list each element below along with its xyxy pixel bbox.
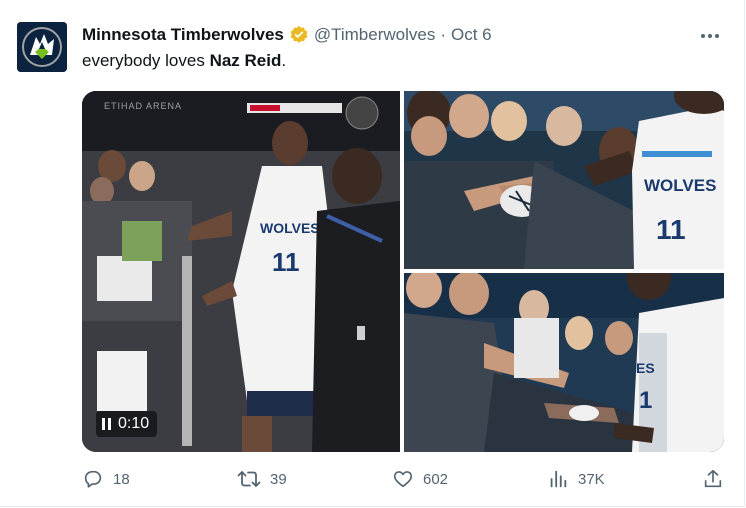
arena-sign: ETIHAD ARENA [104, 101, 182, 111]
tweet-date[interactable]: Oct 6 [451, 25, 492, 45]
video-duration-badge[interactable]: 0:10 [96, 411, 158, 437]
pause-icon [102, 418, 111, 430]
reply-count: 18 [113, 470, 130, 488]
view-count: 37K [578, 470, 605, 488]
like-button[interactable]: 602 [392, 468, 448, 490]
verified-badge-icon [290, 25, 308, 43]
svg-text:1: 1 [639, 387, 652, 414]
more-dots-icon [701, 34, 719, 38]
jersey-text-2: WOLVES [644, 176, 716, 195]
retweet-icon [237, 471, 261, 487]
photo-tile-top[interactable]: WOLVES 11 [404, 91, 724, 269]
photo-autograph-1: WOLVES 11 [404, 91, 724, 269]
share-button[interactable] [702, 468, 733, 490]
reply-icon [84, 470, 102, 488]
video-time: 0:10 [118, 415, 150, 432]
retweet-button[interactable]: 39 [237, 468, 287, 490]
reply-button[interactable]: 18 [82, 468, 130, 490]
more-options-button[interactable] [698, 26, 722, 46]
author-name[interactable]: Minnesota Timberwolves [82, 25, 284, 45]
author-handle[interactable]: @Timberwolves [314, 25, 435, 45]
separator-dot: · [440, 25, 447, 44]
tweet-text-prefix: everybody loves [82, 51, 210, 70]
tweet-text-mention: Naz Reid [209, 51, 282, 70]
like-count: 602 [423, 470, 449, 488]
video-thumbnail: ETIHAD ARENA WOLVES 11 [82, 91, 400, 452]
timberwolves-logo-icon [17, 22, 67, 72]
tweet-text: everybody loves Naz Reid. [82, 51, 286, 71]
views-chart-icon [550, 470, 567, 488]
share-icon [704, 469, 722, 488]
tweet-card[interactable]: Minnesota Timberwolves @Timberwolves · O… [0, 0, 745, 507]
tweet-header: Minnesota Timberwolves @Timberwolves · O… [82, 24, 492, 46]
svg-text:ES: ES [636, 360, 655, 376]
media-grid: ETIHAD ARENA WOLVES 11 0:10 WOLVES 11 ES… [82, 91, 724, 452]
video-tile[interactable]: ETIHAD ARENA WOLVES 11 0:10 [82, 91, 400, 452]
avatar[interactable] [17, 22, 67, 72]
jersey-number: 11 [272, 247, 300, 277]
tweet-text-suffix: . [281, 51, 287, 70]
jersey-text: WOLVES [260, 220, 320, 236]
jersey-number-2: 11 [656, 214, 686, 245]
tweet-actions: 18 39 602 37K [82, 468, 724, 494]
photo-tile-bottom[interactable]: ES 1 [404, 273, 724, 452]
retweet-count: 39 [270, 470, 287, 488]
heart-icon [393, 471, 413, 488]
views-button[interactable]: 37K [547, 468, 605, 490]
photo-autograph-2: ES 1 [404, 273, 724, 452]
